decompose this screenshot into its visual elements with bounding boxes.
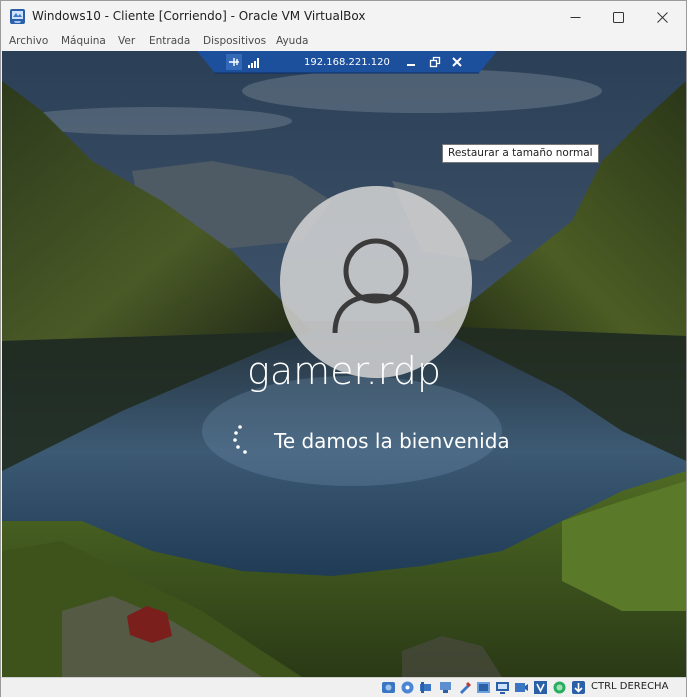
- network-icon[interactable]: [438, 680, 453, 695]
- virtualbox-icon: [10, 9, 25, 24]
- virtualbox-window: Windows10 - Cliente [Corriendo] - Oracle…: [0, 0, 687, 697]
- loading-spinner-icon: [233, 425, 247, 454]
- maximize-icon: [612, 11, 624, 23]
- menu-bar: Archivo Máquina Ver Entrada Dispositivos…: [1, 33, 686, 51]
- maximize-button[interactable]: [597, 1, 639, 33]
- minimize-icon[interactable]: [404, 55, 418, 69]
- signal-icon: [248, 58, 259, 68]
- menu-maquina[interactable]: Máquina: [61, 35, 106, 47]
- hard-disk-icon[interactable]: [381, 680, 396, 695]
- display-icon[interactable]: [495, 680, 510, 695]
- menu-ver[interactable]: Ver: [118, 35, 135, 47]
- vt-x-icon[interactable]: [533, 680, 548, 695]
- close-icon: [656, 11, 668, 23]
- menu-archivo[interactable]: Archivo: [9, 35, 48, 47]
- username: gamer.rdp: [247, 349, 441, 393]
- shared-folders-icon[interactable]: [476, 680, 491, 695]
- close-icon[interactable]: [450, 55, 464, 69]
- minimize-icon: [570, 16, 580, 18]
- optical-drive-icon[interactable]: [400, 680, 415, 695]
- audio-icon[interactable]: [419, 680, 434, 695]
- recording-icon[interactable]: [514, 680, 529, 695]
- pin-icon[interactable]: [226, 54, 242, 70]
- title-bar[interactable]: Windows10 - Cliente [Corriendo] - Oracle…: [1, 1, 686, 33]
- menu-ayuda[interactable]: Ayuda: [276, 35, 308, 47]
- close-button[interactable]: [641, 1, 683, 33]
- restore-icon[interactable]: [428, 55, 442, 69]
- menu-dispositivos[interactable]: Dispositivos: [203, 35, 266, 47]
- tooltip: Restaurar a tamaño normal: [442, 144, 599, 163]
- status-bar: CTRL DERECHA: [1, 677, 686, 697]
- usb-icon[interactable]: [457, 680, 472, 695]
- guest-additions-icon[interactable]: [552, 680, 567, 695]
- vm-ip-address: 192.168.221.120: [304, 57, 390, 68]
- vm-display[interactable]: 192.168.221.120 Restaurar a tamaño norma…: [2, 51, 686, 677]
- minimize-button[interactable]: [554, 1, 596, 33]
- menu-entrada[interactable]: Entrada: [149, 35, 190, 47]
- welcome-text: Te damos la bienvenida: [274, 429, 510, 453]
- host-key-label: CTRL DERECHA: [591, 681, 669, 692]
- window-title: Windows10 - Cliente [Corriendo] - Oracle…: [32, 9, 366, 23]
- mouse-integration-icon[interactable]: [571, 680, 586, 695]
